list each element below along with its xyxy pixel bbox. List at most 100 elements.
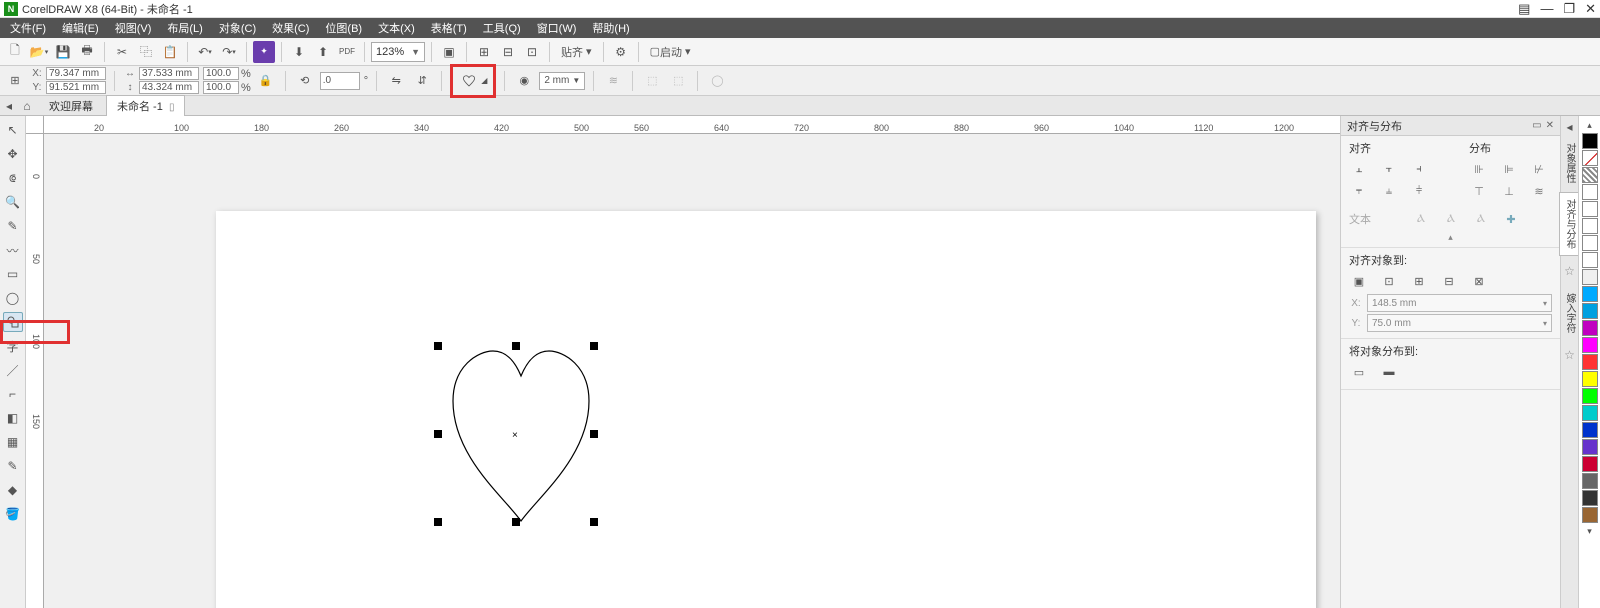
align-bottom-icon[interactable]: ⫩ (1409, 182, 1429, 200)
distribute-to-selection-icon[interactable]: ▭ (1349, 363, 1369, 381)
color-swatch[interactable] (1582, 184, 1598, 200)
options-icon[interactable]: ⚙ (610, 41, 632, 63)
save-icon[interactable]: 💾 (52, 41, 74, 63)
crop-tool-icon[interactable]: ⟃ (3, 168, 23, 188)
search-content-icon[interactable]: ✦ (253, 41, 275, 63)
to-front-icon[interactable]: ⬚ (641, 70, 663, 92)
distribute-to-page-icon[interactable]: ▬ (1379, 363, 1399, 381)
menu-file[interactable]: 文件(F) (2, 18, 54, 38)
color-swatch[interactable] (1582, 405, 1598, 421)
tab-back-icon[interactable]: ◂ (2, 98, 16, 114)
heart-shape-object[interactable] (443, 346, 599, 526)
menu-layout[interactable]: 布局(L) (159, 18, 210, 38)
publish-pdf-icon[interactable]: PDF (336, 41, 358, 63)
distribute-left-icon[interactable]: ⊪ (1469, 160, 1489, 178)
color-swatch[interactable] (1582, 473, 1598, 489)
color-swatch[interactable] (1582, 218, 1598, 234)
color-swatch[interactable] (1582, 167, 1598, 183)
distribute-center-h-icon[interactable]: ⊫ (1499, 160, 1519, 178)
connector-tool-icon[interactable]: ⌐ (3, 384, 23, 404)
text-bounding-box-icon[interactable]: Ⲁ (1471, 210, 1491, 228)
align-center-v-icon[interactable]: ⫨ (1379, 182, 1399, 200)
text-outline-icon[interactable]: ✚ (1501, 210, 1521, 228)
minimize-button[interactable]: — (1540, 1, 1553, 17)
color-swatch[interactable] (1582, 337, 1598, 353)
selection-center-marker[interactable]: × (512, 430, 518, 441)
docker-tab-align-distribute[interactable]: 对齐与分布 (1559, 192, 1580, 256)
align-center-h-icon[interactable]: ⫟ (1379, 160, 1399, 178)
zoom-tool-icon[interactable]: 🔍 (3, 192, 23, 212)
align-left-icon[interactable]: ⫠ (1349, 160, 1369, 178)
freehand-tool-icon[interactable]: ✎ (3, 216, 23, 236)
align-to-active-icon[interactable]: ▣ (1349, 272, 1369, 290)
export-icon[interactable]: ⬆ (312, 41, 334, 63)
docker-tab-object-properties[interactable]: 对象属性 (1559, 136, 1580, 190)
color-swatch[interactable] (1582, 269, 1598, 285)
menu-text[interactable]: 文本(X) (370, 18, 423, 38)
color-eyedropper-icon[interactable]: ✎ (3, 456, 23, 476)
menu-window[interactable]: 窗口(W) (529, 18, 585, 38)
menu-view[interactable]: 视图(V) (107, 18, 160, 38)
rotation-input[interactable]: .0 (320, 72, 360, 90)
docker-close-icon[interactable]: ✕ (1546, 120, 1554, 131)
color-swatch[interactable] (1582, 252, 1598, 268)
pick-tool-icon[interactable]: ↖ (3, 120, 23, 140)
menu-effects[interactable]: 效果(C) (264, 18, 317, 38)
maximize-button[interactable]: ❐ (1563, 1, 1575, 17)
home-tab-icon[interactable]: ⌂ (18, 98, 36, 114)
align-x-input[interactable]: 148.5 mm▾ (1367, 294, 1552, 312)
height-input[interactable]: 43.324 mm (139, 81, 199, 94)
menu-help[interactable]: 帮助(H) (584, 18, 637, 38)
distribute-top-icon[interactable]: ⊤ (1469, 182, 1489, 200)
palette-scroll-down-icon[interactable]: ▾ (1581, 524, 1599, 538)
y-position-input[interactable]: 91.521 mm (46, 81, 106, 94)
distribute-spacing-v-icon[interactable]: ≋ (1529, 182, 1549, 200)
lock-ratio-icon[interactable]: 🔒 (255, 70, 277, 92)
undo-icon[interactable]: ↶▾ (194, 41, 216, 63)
align-right-icon[interactable]: ⫞ (1409, 160, 1429, 178)
artistic-media-icon[interactable]: 〰 (3, 240, 23, 260)
color-swatch[interactable] (1582, 456, 1598, 472)
wrap-text-icon[interactable]: ≋ (602, 70, 624, 92)
scale-x-input[interactable]: 100.0 (203, 67, 239, 80)
selection-handle[interactable] (434, 518, 442, 526)
zoom-level-input[interactable]: 123% ▼ (371, 42, 425, 62)
text-baseline-icon[interactable]: Ⲁ (1411, 210, 1431, 228)
fullscreen-preview-icon[interactable]: ▣ (438, 41, 460, 63)
scale-y-input[interactable]: 100.0 (203, 81, 239, 94)
color-swatch[interactable] (1582, 235, 1598, 251)
transparency-tool-icon[interactable]: ▦ (3, 432, 23, 452)
text-first-line-icon[interactable]: Ⲁ (1441, 210, 1461, 228)
color-swatch[interactable] (1582, 371, 1598, 387)
color-swatch[interactable] (1582, 490, 1598, 506)
color-swatch[interactable] (1582, 303, 1598, 319)
mirror-vertical-icon[interactable]: ⇵ (411, 70, 433, 92)
docker-tab-insert-character[interactable]: 嫁入字符 (1559, 286, 1580, 340)
color-swatch[interactable] (1582, 439, 1598, 455)
outline-width-input[interactable]: 2 mm ▼ (539, 72, 585, 90)
canvas-area[interactable]: 2010018026034042050056064072080088096010… (26, 116, 1340, 608)
basic-shapes-tool-icon[interactable] (3, 312, 23, 332)
drop-shadow-icon[interactable]: ◧ (3, 408, 23, 428)
paste-icon[interactable]: 📋 (159, 41, 181, 63)
new-document-icon[interactable]: 🗋 (4, 41, 26, 63)
selection-handle[interactable] (512, 342, 520, 350)
distribute-spacing-h-icon[interactable]: ⊬ (1529, 160, 1549, 178)
docker-favorite-icon[interactable]: ☆ (1564, 348, 1575, 362)
tab-welcome[interactable]: 欢迎屏幕 (38, 95, 104, 117)
selection-handle[interactable] (590, 342, 598, 350)
tab-untitled[interactable]: 未命名 -1 ▯ (106, 95, 185, 117)
interactive-fill-icon[interactable]: ◆ (3, 480, 23, 500)
x-position-input[interactable]: 79.347 mm (46, 67, 106, 80)
vertical-ruler[interactable]: 0 50 100 150 (26, 134, 44, 608)
docker-collapse-icon[interactable]: ▭ (1532, 120, 1541, 131)
color-swatch[interactable] (1582, 150, 1598, 166)
color-swatch[interactable] (1582, 422, 1598, 438)
text-tool-icon[interactable]: 字 (3, 336, 23, 356)
copy-icon[interactable]: ⿻ (135, 41, 157, 63)
selection-handle[interactable] (590, 518, 598, 526)
close-button[interactable]: ✕ (1585, 1, 1596, 17)
selection-handle[interactable] (434, 430, 442, 438)
selection-handle[interactable] (434, 342, 442, 350)
color-swatch[interactable] (1582, 286, 1598, 302)
